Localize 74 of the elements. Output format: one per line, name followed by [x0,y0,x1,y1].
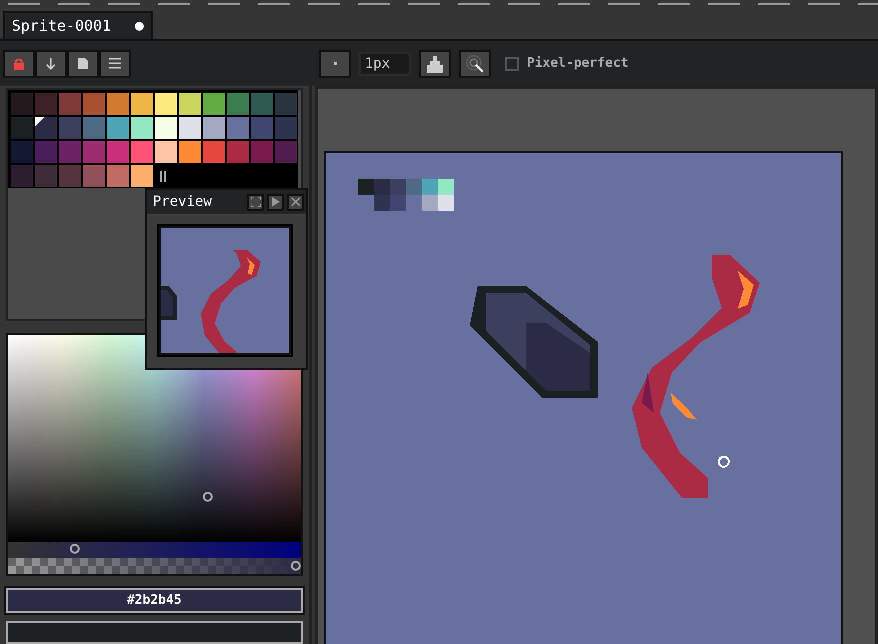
color-swatch[interactable] [274,92,298,116]
color-swatch[interactable] [58,116,82,140]
color-swatch[interactable] [82,140,106,164]
color-swatch[interactable] [250,140,274,164]
slider-handle[interactable] [291,561,301,572]
color-swatch[interactable] [226,140,250,164]
ink-bottle-icon [426,54,444,72]
preview-dialog: Preview [145,188,308,370]
lock-button[interactable] [3,50,35,78]
fullscreen-button[interactable] [247,194,264,210]
color-swatch[interactable] [130,92,154,116]
alpha-slider[interactable] [8,558,301,574]
color-swatch[interactable] [34,116,58,140]
color-swatch[interactable] [82,116,106,140]
color-swatch[interactable] [154,92,178,116]
color-swatch[interactable] [106,116,130,140]
color-swatch[interactable] [106,92,130,116]
color-swatch[interactable] [106,164,130,188]
play-button[interactable] [267,194,284,210]
color-swatch[interactable] [154,116,178,140]
color-swatch[interactable] [274,116,298,140]
color-swatch[interactable] [82,164,106,188]
down-arrow-icon [46,58,56,70]
color-swatch[interactable] [202,116,226,140]
play-icon [272,197,280,207]
spray-button[interactable] [459,50,491,78]
color-swatch[interactable] [202,140,226,164]
page-icon [78,58,88,69]
spray-target-icon [465,54,485,74]
close-button[interactable] [287,194,304,210]
color-swatch[interactable] [34,140,58,164]
color-swatch[interactable] [130,140,154,164]
color-swatch[interactable] [10,116,34,140]
color-swatch[interactable] [274,140,298,164]
color-swatch[interactable] [202,92,226,116]
down-arrow-button[interactable] [35,50,67,78]
color-swatch[interactable] [82,92,106,116]
color-swatch[interactable] [10,140,34,164]
color-swatch[interactable] [250,92,274,116]
color-gradient-field[interactable] [8,335,301,542]
close-icon [290,197,300,207]
color-swatch[interactable] [178,140,202,164]
ink-button[interactable] [419,50,451,78]
color-swatch[interactable] [58,164,82,188]
color-swatch[interactable] [178,92,202,116]
color-swatch[interactable] [58,92,82,116]
slider-handle[interactable] [70,544,80,554]
color-swatch[interactable] [130,164,154,188]
menu-button[interactable] [99,50,131,78]
brush-size-field[interactable]: 1px [359,52,411,76]
color-swatch[interactable] [106,140,130,164]
document-tab[interactable]: Sprite-0001 [3,11,153,39]
index-field[interactable] [6,620,303,644]
color-swatch[interactable] [154,140,178,164]
color-swatch[interactable] [10,92,34,116]
picker-handle-icon[interactable] [203,492,213,502]
color-swatch[interactable] [10,164,34,188]
resize-grip-icon[interactable] [160,170,166,182]
expand-icon [250,197,260,207]
color-swatch[interactable] [226,92,250,116]
cursor-ring-icon [718,456,730,468]
color-swatch[interactable] [226,116,250,140]
selection-corner-icon [35,117,45,127]
color-swatch[interactable] [58,140,82,164]
color-swatch[interactable] [178,116,202,140]
padlock-icon [13,58,25,70]
page-button[interactable] [67,50,99,78]
menu-icon [109,58,121,69]
color-swatch[interactable] [250,116,274,140]
hex-color-field[interactable]: #2b2b45 [6,588,303,613]
pixel-perfect-checkbox[interactable]: Pixel-perfect [505,56,629,71]
color-swatch[interactable] [34,92,58,116]
color-swatch[interactable] [34,164,58,188]
color-swatch[interactable] [130,116,154,140]
